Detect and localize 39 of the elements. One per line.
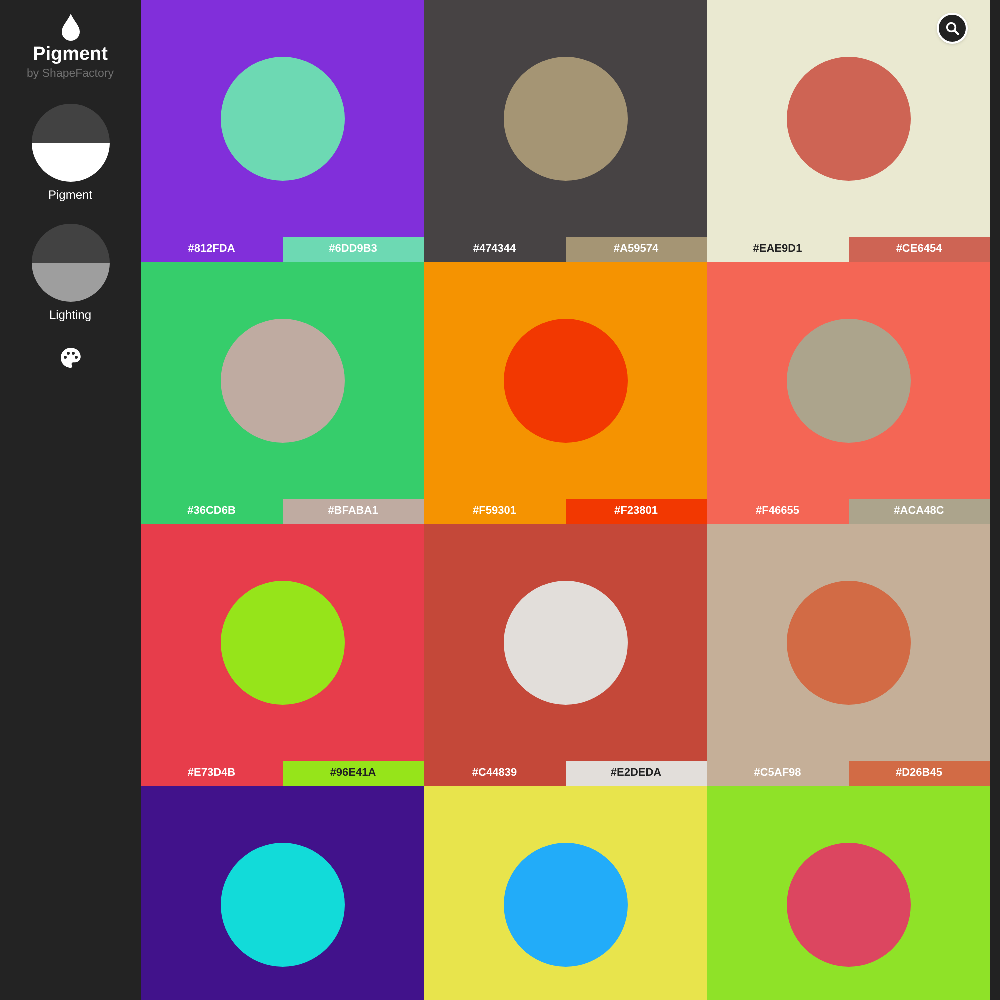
color-tile[interactable] — [141, 0, 424, 237]
hex-label: #C5AF98 — [707, 761, 848, 786]
hex-label: #C44839 — [424, 761, 566, 786]
hex-label: #474344 — [424, 237, 566, 262]
mode-label: Lighting — [49, 308, 92, 322]
hex-label: #36CD6B — [141, 499, 282, 524]
hex-label: #E73D4B — [141, 761, 282, 786]
hex-label: #ACA48C — [848, 499, 990, 524]
hex-label: #BFABA1 — [282, 499, 424, 524]
color-tile[interactable] — [707, 262, 990, 499]
mode-label: Pigment — [48, 188, 93, 202]
hex-label: #E2DEDA — [566, 761, 707, 786]
hex-label: #CE6454 — [848, 237, 990, 262]
palette-icon[interactable] — [58, 346, 82, 370]
mode-button[interactable] — [32, 104, 110, 182]
color-tile[interactable] — [141, 786, 424, 1000]
color-tile[interactable] — [707, 786, 990, 1000]
color-tile[interactable] — [707, 524, 990, 761]
hex-label: #D26B45 — [848, 761, 990, 786]
hex-label: #EAE9D1 — [707, 237, 848, 262]
hex-label: #96E41A — [282, 761, 424, 786]
hex-label: #A59574 — [566, 237, 707, 262]
hex-label: #F23801 — [566, 499, 707, 524]
hex-label: #6DD9B3 — [282, 237, 424, 262]
app-title: Pigment — [33, 43, 108, 67]
hex-label: #F46655 — [707, 499, 848, 524]
hex-label: #812FDA — [141, 237, 282, 262]
color-tile[interactable] — [141, 524, 424, 761]
color-tile[interactable] — [424, 786, 707, 1000]
search-icon — [946, 22, 960, 36]
color-tile[interactable] — [424, 524, 707, 761]
drop-icon — [60, 14, 80, 42]
color-tile[interactable] — [424, 262, 707, 499]
mode-button[interactable] — [32, 224, 110, 302]
color-tile[interactable] — [424, 0, 707, 237]
color-tile[interactable] — [707, 0, 990, 237]
color-tile[interactable] — [141, 262, 424, 499]
hex-label: #F59301 — [424, 499, 566, 524]
app-subtitle: by ShapeFactory — [27, 67, 114, 81]
